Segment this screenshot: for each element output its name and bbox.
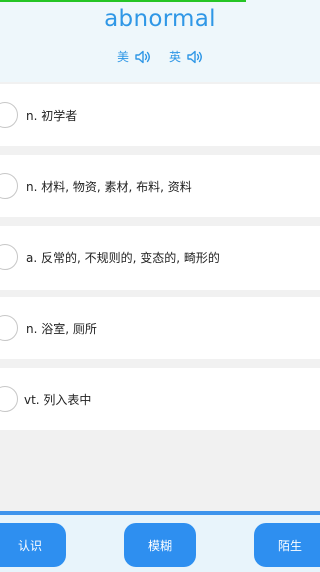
uk-label: 英 xyxy=(169,50,182,64)
radio-button[interactable] xyxy=(0,173,18,199)
option-5[interactable]: vt. 列入表中 xyxy=(0,368,320,430)
progress-fill xyxy=(0,0,247,2)
progress-bar xyxy=(0,0,320,2)
us-label: 美 xyxy=(116,50,129,64)
unknown-button[interactable]: 陌生 xyxy=(254,523,320,567)
pronunciation-row: 美 英 xyxy=(0,48,320,65)
know-button[interactable]: 认识 xyxy=(0,523,66,567)
us-pronunciation-button[interactable]: 美 xyxy=(117,48,151,65)
word-title: abnormal xyxy=(104,6,216,32)
option-text: vt. 列入表中 xyxy=(24,393,92,407)
option-text: a. 反常的, 不规则的, 变态的, 畸形的 xyxy=(26,251,220,265)
option-text: n. 浴室, 厕所 xyxy=(26,322,97,336)
option-text: n. 初学者 xyxy=(26,109,78,123)
radio-button[interactable] xyxy=(0,315,18,341)
speaker-icon xyxy=(187,50,203,64)
option-4[interactable]: n. 浴室, 厕所 xyxy=(0,297,320,359)
vague-button[interactable]: 模糊 xyxy=(124,523,196,567)
option-1[interactable]: n. 初学者 xyxy=(0,84,320,146)
option-3[interactable]: a. 反常的, 不规则的, 变态的, 畸形的 xyxy=(0,226,320,290)
word-quiz-screen: abnormal 美 英 n. 初学者 n. 材料, 物资, 素材, 布料, 资… xyxy=(0,0,320,572)
radio-button[interactable] xyxy=(0,386,18,412)
radio-button[interactable] xyxy=(0,244,18,270)
speaker-icon xyxy=(135,50,151,64)
uk-pronunciation-button[interactable]: 英 xyxy=(169,48,203,65)
option-text: n. 材料, 物资, 素材, 布料, 资料 xyxy=(26,180,192,194)
option-2[interactable]: n. 材料, 物资, 素材, 布料, 资料 xyxy=(0,155,320,217)
word-header: abnormal 美 英 xyxy=(0,0,320,82)
radio-button[interactable] xyxy=(0,102,18,128)
